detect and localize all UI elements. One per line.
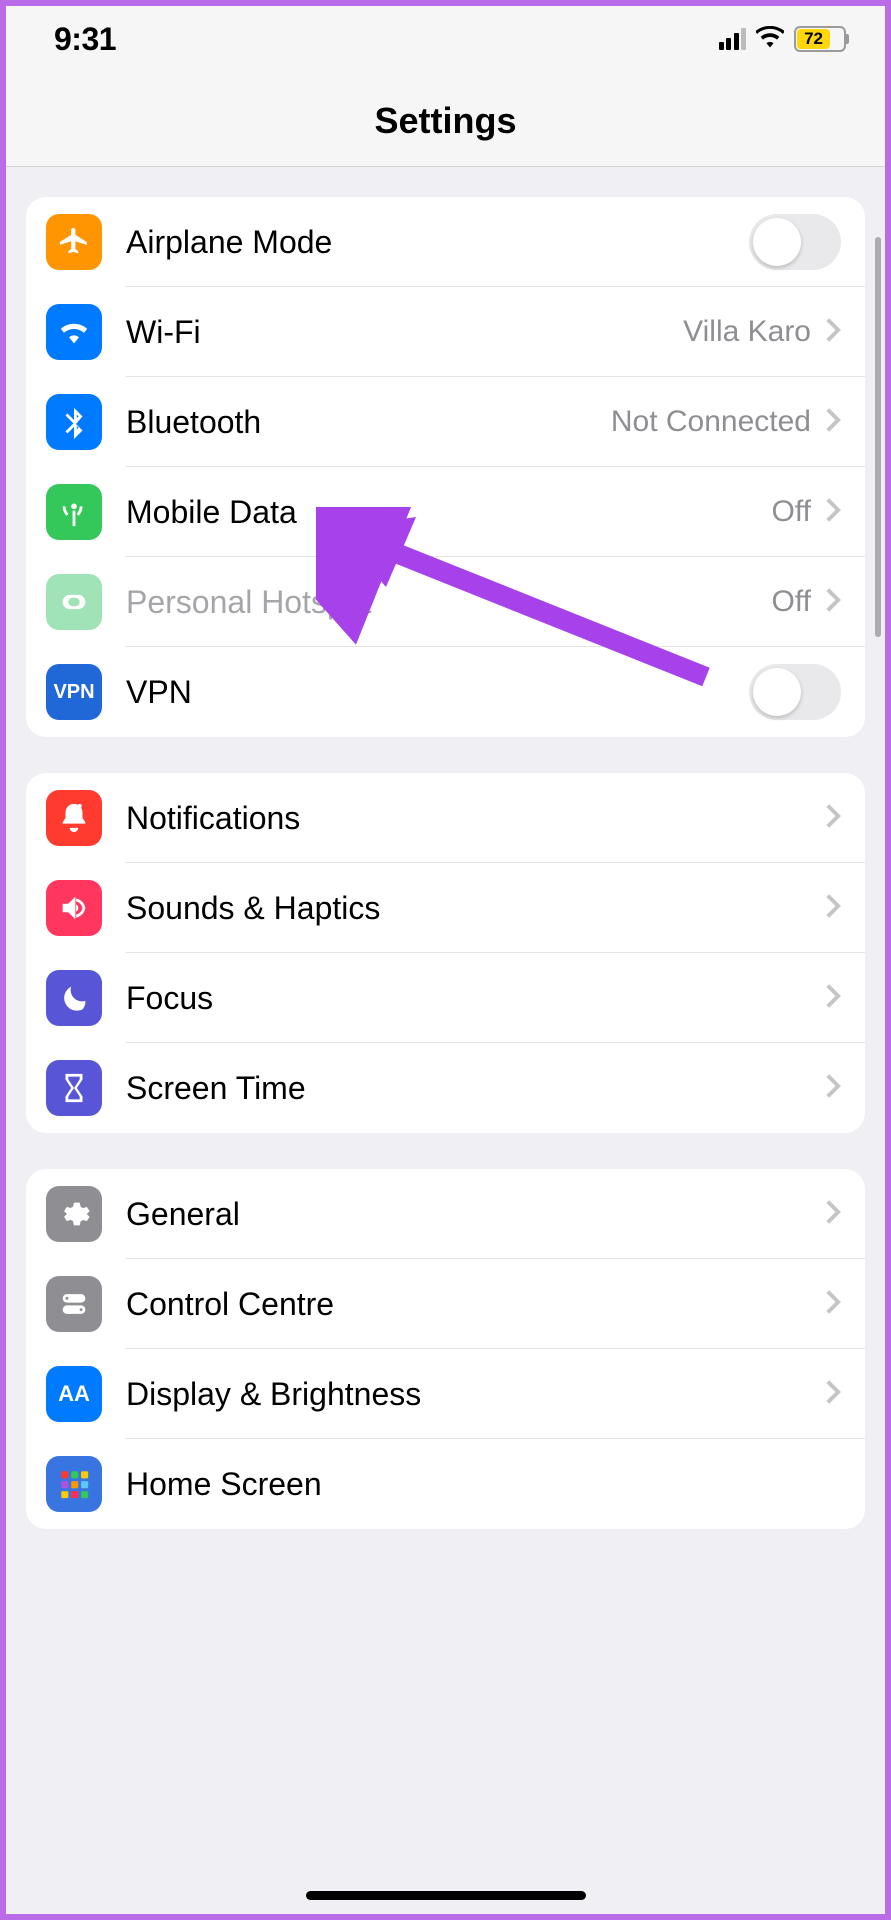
row-label: Wi-Fi	[126, 314, 683, 351]
row-wifi[interactable]: Wi-Fi Villa Karo	[26, 287, 865, 377]
chevron-right-icon	[825, 317, 841, 348]
chevron-right-icon	[825, 1379, 841, 1410]
row-label: Personal Hotspot	[126, 584, 772, 621]
hotspot-icon	[46, 574, 102, 630]
antenna-icon	[46, 484, 102, 540]
row-label: Bluetooth	[126, 404, 611, 441]
status-icons: 72	[719, 26, 850, 53]
row-label: Control Centre	[126, 1286, 825, 1323]
chevron-right-icon	[825, 1289, 841, 1320]
row-value: Off	[772, 585, 811, 619]
row-vpn[interactable]: VPN VPN	[26, 647, 865, 737]
row-label: VPN	[126, 674, 749, 711]
home-indicator[interactable]	[306, 1891, 586, 1900]
row-control-centre[interactable]: Control Centre	[26, 1259, 865, 1349]
row-home-screen[interactable]: Home Screen	[26, 1439, 865, 1529]
bell-icon	[46, 790, 102, 846]
row-label: Sounds & Haptics	[126, 890, 825, 927]
settings-content: Airplane Mode Wi-Fi Villa Karo Bluetooth…	[6, 197, 885, 1529]
settings-group-connectivity: Airplane Mode Wi-Fi Villa Karo Bluetooth…	[26, 197, 865, 737]
row-label: Display & Brightness	[126, 1376, 825, 1413]
row-label: Focus	[126, 980, 825, 1017]
row-label: General	[126, 1196, 825, 1233]
vpn-toggle[interactable]	[749, 664, 841, 720]
aa-icon: AA	[46, 1366, 102, 1422]
chevron-right-icon	[825, 803, 841, 834]
wifi-status-icon	[756, 26, 784, 53]
row-bluetooth[interactable]: Bluetooth Not Connected	[26, 377, 865, 467]
row-sounds[interactable]: Sounds & Haptics	[26, 863, 865, 953]
status-bar: 9:31 72	[6, 6, 885, 72]
row-value: Off	[772, 495, 811, 529]
row-label: Mobile Data	[126, 494, 772, 531]
nav-header: Settings	[6, 72, 885, 167]
row-label: Notifications	[126, 800, 825, 837]
chevron-right-icon	[825, 407, 841, 438]
airplane-toggle[interactable]	[749, 214, 841, 270]
wifi-icon	[46, 304, 102, 360]
status-time: 9:31	[54, 21, 116, 58]
hourglass-icon	[46, 1060, 102, 1116]
chevron-right-icon	[825, 983, 841, 1014]
switches-icon	[46, 1276, 102, 1332]
row-label: Home Screen	[126, 1466, 841, 1503]
row-screen-time[interactable]: Screen Time	[26, 1043, 865, 1133]
gear-icon	[46, 1186, 102, 1242]
row-value: Villa Karo	[683, 315, 811, 349]
chevron-right-icon	[825, 1073, 841, 1104]
scroll-indicator[interactable]	[875, 237, 881, 637]
airplane-icon	[46, 214, 102, 270]
vpn-icon: VPN	[46, 664, 102, 720]
row-display-brightness[interactable]: AA Display & Brightness	[26, 1349, 865, 1439]
row-focus[interactable]: Focus	[26, 953, 865, 1043]
row-label: Airplane Mode	[126, 224, 749, 261]
battery-percent: 72	[797, 29, 830, 49]
row-general[interactable]: General	[26, 1169, 865, 1259]
speaker-icon	[46, 880, 102, 936]
chevron-right-icon	[825, 587, 841, 618]
row-personal-hotspot[interactable]: Personal Hotspot Off	[26, 557, 865, 647]
chevron-right-icon	[825, 893, 841, 924]
row-mobile-data[interactable]: Mobile Data Off	[26, 467, 865, 557]
settings-group-notifications: Notifications Sounds & Haptics Focus Scr…	[26, 773, 865, 1133]
cellular-signal-icon	[719, 28, 747, 50]
chevron-right-icon	[825, 497, 841, 528]
row-airplane-mode[interactable]: Airplane Mode	[26, 197, 865, 287]
page-title: Settings	[6, 100, 885, 142]
row-value: Not Connected	[611, 405, 811, 439]
row-notifications[interactable]: Notifications	[26, 773, 865, 863]
battery-icon: 72	[794, 26, 849, 52]
row-label: Screen Time	[126, 1070, 825, 1107]
moon-icon	[46, 970, 102, 1026]
settings-group-general: General Control Centre AA Display & Brig…	[26, 1169, 865, 1529]
bluetooth-icon	[46, 394, 102, 450]
grid-icon	[46, 1456, 102, 1512]
chevron-right-icon	[825, 1199, 841, 1230]
